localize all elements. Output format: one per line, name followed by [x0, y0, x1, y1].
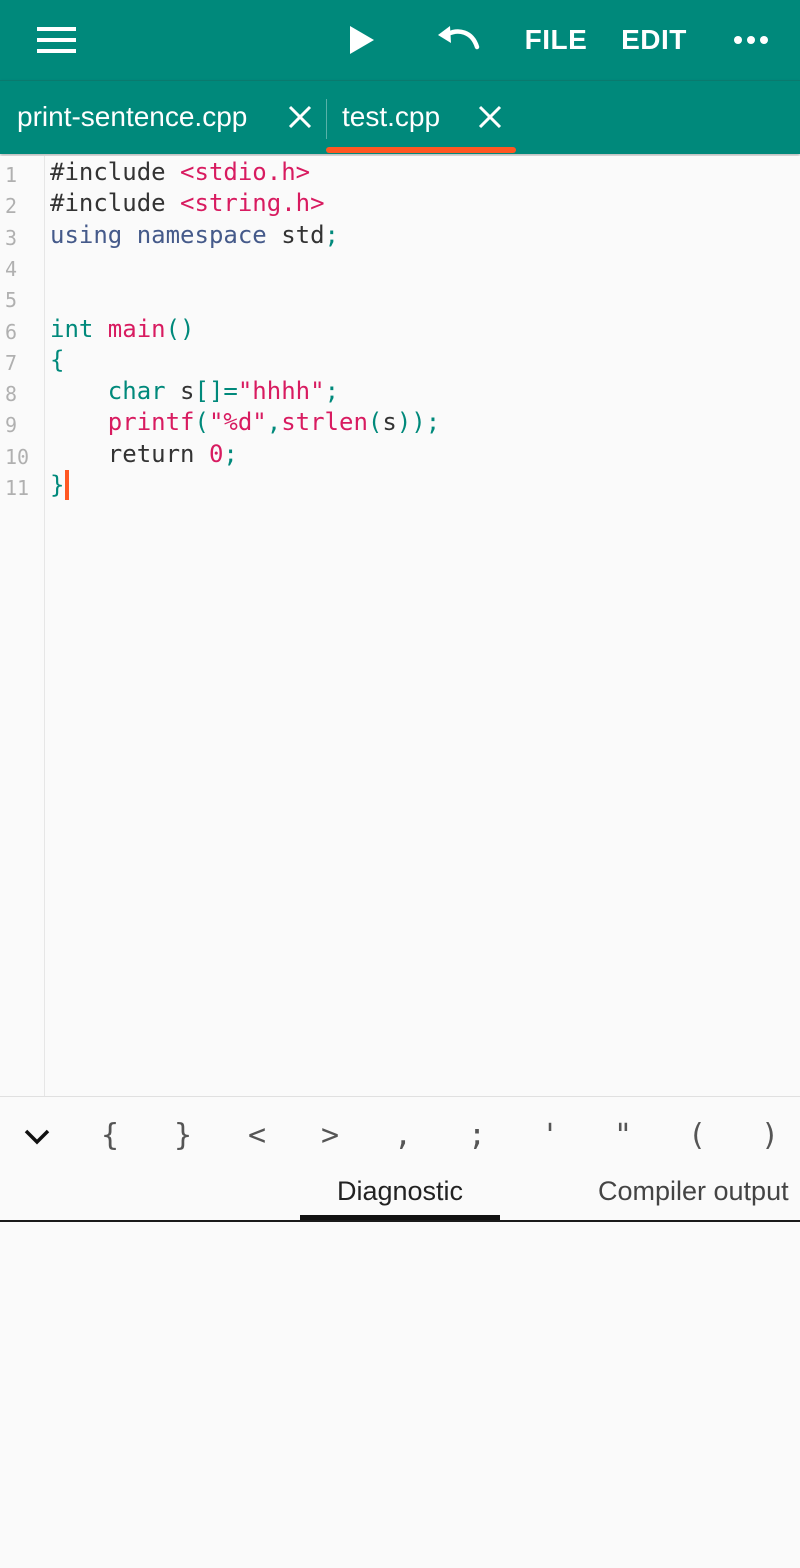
code-line[interactable]: } [50, 470, 70, 501]
symbol-key[interactable]: ) [745, 1115, 795, 1155]
code-token: main [107, 314, 166, 343]
active-bottom-tab-indicator [300, 1215, 500, 1220]
undo-button[interactable] [420, 0, 496, 80]
symbol-key-bar: {} < >,; ' " () [0, 1096, 800, 1176]
more-options-button[interactable] [716, 0, 786, 80]
code-token: 0 [208, 439, 224, 468]
symbol-key[interactable]: , [378, 1115, 428, 1155]
symbol-key[interactable]: ' [525, 1115, 575, 1155]
code-token: "hhhh" [237, 377, 325, 406]
bottom-panel-tabs: Diagnostic Compiler output [0, 1170, 800, 1222]
more-horizontal-icon [734, 36, 768, 44]
line-number: 9 [5, 413, 18, 438]
undo-icon [438, 26, 480, 50]
play-icon [350, 26, 374, 54]
chevron-down-icon [24, 1129, 50, 1145]
code-token: char [107, 377, 181, 406]
symbol-key[interactable]: ; [452, 1115, 502, 1155]
menu-button[interactable] [17, 0, 97, 80]
code-token: s [180, 377, 195, 406]
code-line[interactable]: { [50, 345, 64, 376]
symbol-key[interactable]: { [85, 1115, 135, 1155]
code-token: { [50, 345, 65, 374]
code-token: } [50, 471, 65, 499]
diagnostic-panel [0, 1222, 800, 1568]
line-number: 4 [5, 256, 18, 281]
code-token: return [107, 439, 209, 468]
active-tab-indicator [326, 147, 516, 153]
close-icon[interactable] [286, 103, 314, 131]
run-button[interactable] [326, 0, 398, 80]
text-cursor [65, 470, 70, 500]
code-line[interactable]: char s[]="hhhh"; [50, 376, 339, 407]
code-token: int [50, 314, 108, 343]
code-token: "%d" [208, 408, 267, 437]
code-line[interactable]: using namespace std; [50, 220, 339, 251]
symbol-key[interactable]: < [232, 1115, 282, 1155]
collapse-panel-button[interactable] [12, 1117, 62, 1157]
symbol-key[interactable]: > [305, 1115, 355, 1155]
file-tabs: print-sentence.cpp test.cpp [0, 80, 800, 154]
code-token: strlen [281, 408, 368, 437]
code-token: ; [223, 439, 238, 468]
line-number: 10 [5, 444, 30, 469]
file-menu-button[interactable]: FILE [514, 0, 598, 80]
code-token: ( [194, 408, 209, 437]
symbol-key[interactable]: ( [672, 1115, 722, 1155]
code-token: #include [50, 189, 181, 218]
top-toolbar: FILE EDIT [0, 0, 800, 80]
line-number: 5 [5, 288, 18, 313]
code-line[interactable]: int main() [50, 314, 195, 345]
tab-print-sentence[interactable]: print-sentence.cpp [0, 81, 324, 153]
code-token: <stdio.h> [180, 158, 311, 186]
code-line[interactable]: printf("%d",strlen(s)); [50, 407, 440, 438]
line-number: 1 [5, 163, 18, 187]
code-token: printf [107, 408, 195, 437]
code-token: ( [367, 408, 383, 437]
tab-diagnostic[interactable]: Diagnostic [300, 1176, 500, 1207]
tab-label: test.cpp [342, 101, 441, 132]
line-number: 7 [5, 350, 18, 375]
code-token: s [382, 408, 397, 437]
edit-menu-button[interactable]: EDIT [612, 0, 696, 80]
code-token: , [266, 408, 282, 437]
code-token: )); [396, 408, 441, 437]
code-editor[interactable]: 1 2 3 4 5 6 7 8 9 10 11 #include <stdio.h> #include… [0, 156, 800, 1096]
hamburger-menu-icon [37, 27, 76, 53]
close-icon[interactable] [476, 103, 504, 131]
tab-compiler-output[interactable]: Compiler output [598, 1176, 789, 1207]
symbol-key[interactable]: " [598, 1115, 648, 1155]
line-number: 8 [5, 382, 18, 407]
tab-label: print-sentence.cpp [17, 101, 248, 132]
code-token: ; [324, 220, 339, 249]
tab-test-cpp[interactable]: test.cpp [326, 81, 516, 153]
line-number: 11 [5, 476, 30, 500]
code-token: <string.h> [180, 189, 325, 218]
code-token: () [165, 314, 195, 343]
code-line[interactable]: #include <stdio.h> [50, 157, 310, 188]
code-token: #include [50, 158, 181, 186]
code-token: []= [194, 377, 238, 406]
code-token: ; [324, 377, 340, 406]
code-line[interactable]: #include <string.h> [50, 188, 325, 219]
symbol-key[interactable]: } [158, 1115, 208, 1155]
line-number-gutter: 1 2 3 4 5 6 7 8 9 10 11 [0, 156, 45, 1096]
code-line[interactable]: return 0; [50, 439, 238, 470]
line-number: 2 [5, 194, 18, 219]
code-token: using namespace [50, 220, 282, 249]
line-number: 6 [5, 319, 18, 344]
code-token: std [281, 220, 325, 249]
line-number: 3 [5, 225, 18, 250]
